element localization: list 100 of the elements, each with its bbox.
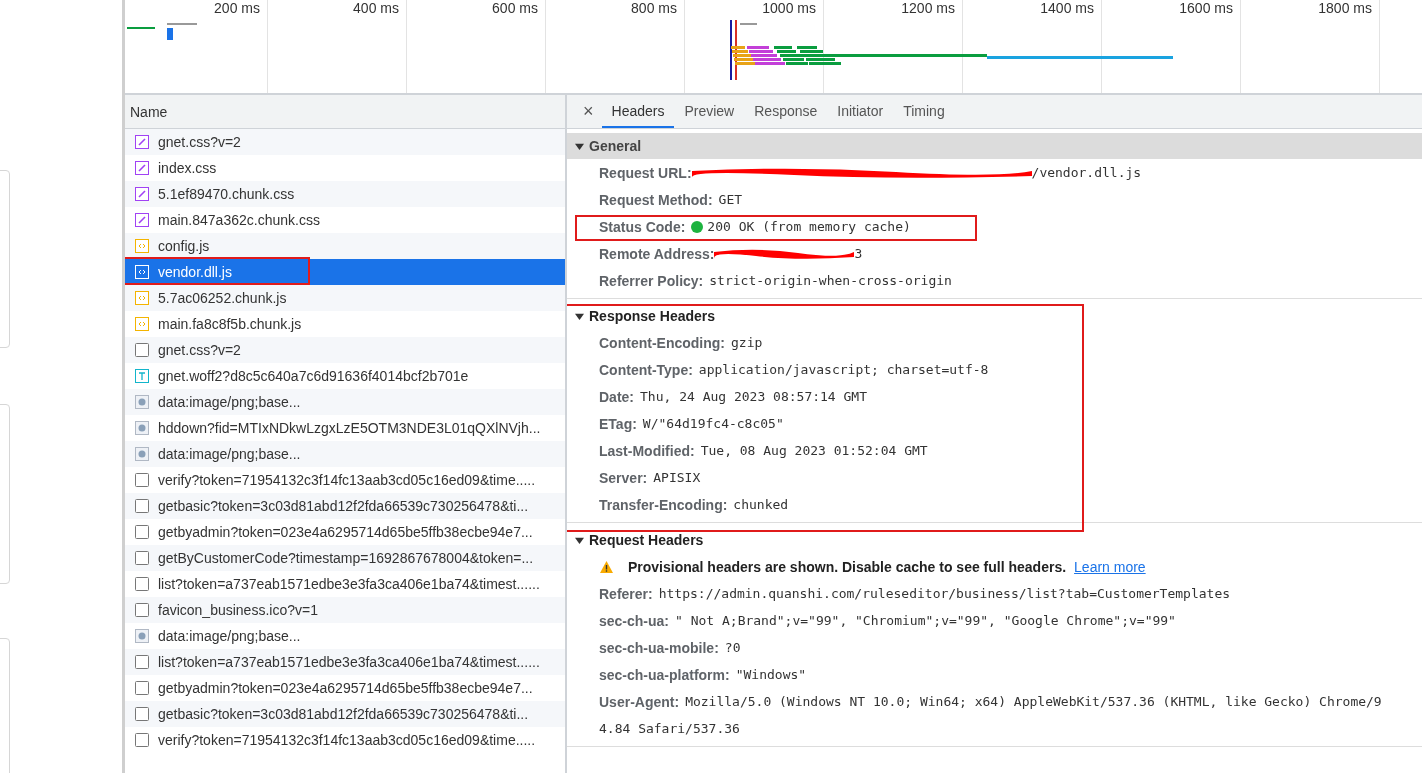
- tab[interactable]: Initiator: [827, 95, 894, 128]
- request-row[interactable]: 5.1ef89470.chunk.css: [125, 181, 565, 207]
- request-row[interactable]: getbasic?token=3c03d81abd12f2fda66539c730256478&ti...: [125, 493, 565, 519]
- request-row[interactable]: 5.7ac06252.chunk.js: [125, 285, 565, 311]
- request-row[interactable]: config.js: [125, 233, 565, 259]
- expand-triangle-icon: [575, 535, 584, 545]
- request-name: index.css: [158, 160, 217, 176]
- header-value: ?0: [724, 640, 741, 655]
- image-icon: [135, 421, 149, 435]
- status-dot-icon: [691, 220, 704, 233]
- request-name: getByCustomerCode?timestamp=1692867678004&token=...: [158, 550, 534, 566]
- request-row[interactable]: getByCustomerCode?timestamp=1692867678004&token=...: [125, 545, 565, 571]
- tick-label: 1400 ms: [1040, 0, 1094, 16]
- tab[interactable]: Preview: [674, 95, 745, 128]
- header-name: Referrer Policy:: [599, 272, 704, 289]
- header-value: Thu, 24 Aug 2023 08:57:14 GMT: [640, 389, 867, 404]
- section-header[interactable]: General: [567, 133, 1422, 159]
- header-value: Tue, 08 Aug 2023 01:52:04 GMT: [700, 443, 928, 458]
- document-icon: [135, 681, 149, 695]
- header-name: Date:: [599, 388, 634, 405]
- script-icon: [135, 291, 149, 305]
- close-button[interactable]: ×: [575, 95, 602, 128]
- document-icon: [135, 655, 149, 669]
- tick-label: 1600 ms: [1179, 0, 1233, 16]
- request-name: main.847a362c.chunk.css: [158, 212, 320, 228]
- header-name: ETag:: [599, 415, 637, 432]
- header-name: Request Method:: [599, 191, 713, 208]
- section-header[interactable]: Request Headers: [567, 527, 1422, 553]
- expand-triangle-icon: [575, 141, 584, 151]
- header-name: Status Code:: [599, 218, 686, 235]
- image-icon: [135, 395, 149, 409]
- document-icon: [135, 577, 149, 591]
- header-value: W/"64d19fc4-c8c05": [642, 416, 784, 431]
- tab[interactable]: Headers: [601, 95, 675, 128]
- header-name: Transfer-Encoding:: [599, 496, 728, 513]
- request-row[interactable]: gnet.css?v=2: [125, 129, 565, 155]
- script-icon: [135, 265, 149, 279]
- name-column-header[interactable]: Name: [125, 95, 565, 129]
- tick-label: 200 ms: [214, 0, 260, 16]
- document-icon: [135, 343, 149, 357]
- request-name: list?token=a737eab1571edbe3e3fa3ca406e1ba74&timest......: [158, 654, 540, 670]
- expand-triangle-icon: [575, 311, 584, 321]
- section-title: Response Headers: [589, 308, 716, 324]
- header-value: 3: [854, 246, 863, 261]
- header-name: Referer:: [599, 585, 653, 602]
- tick-label: 400 ms: [353, 0, 399, 16]
- request-name: getbasic?token=3c03d81abd12f2fda66539c730256478&ti...: [158, 498, 529, 514]
- request-name: vendor.dll.js: [158, 264, 232, 280]
- section-header[interactable]: Response Headers: [567, 303, 1422, 329]
- request-row[interactable]: list?token=a737eab1571edbe3e3fa3ca406e1ba74&timest......: [125, 649, 565, 675]
- tick-label: 1800 ms: [1318, 0, 1372, 16]
- request-row[interactable]: vendor.dll.js: [125, 259, 565, 285]
- learn-more-link[interactable]: Learn more: [1074, 558, 1146, 575]
- request-name: data:image/png;base...: [158, 446, 301, 462]
- document-icon: [135, 707, 149, 721]
- header-name: sec-ch-ua-platform:: [599, 666, 730, 683]
- request-name: verify?token=71954132c3f14fc13aab3cd05c16ed09&time.....: [158, 732, 536, 748]
- request-row[interactable]: gnet.css?v=2: [125, 337, 565, 363]
- document-icon: [135, 473, 149, 487]
- request-name: getbyadmin?token=023e4a6295714d65be5ffb38ecbe94e7...: [158, 524, 533, 540]
- header-value: Mozilla/5.0 (Windows NT 10.0; Win64; x64) AppleWebKit/537.36 (KHTML, like Gecko) Chrome/9: [685, 694, 1382, 709]
- request-row[interactable]: data:image/png;base...: [125, 389, 565, 415]
- warning-message: Provisional headers are shown. Disable cache to see full headers.: [628, 558, 1067, 575]
- stylesheet-icon: [135, 161, 149, 175]
- header-value: 200 OK (from memory cache): [707, 219, 911, 234]
- script-icon: [135, 239, 149, 253]
- header-value: application/javascript; charset=utf-8: [698, 362, 989, 377]
- header-value: https://admin.quanshi.com/ruleseditor/business/list?tab=CustomerTemplates: [658, 586, 1231, 601]
- header-name: User-Agent:: [599, 693, 680, 710]
- header-name: Remote Address:: [599, 245, 715, 262]
- tick-label: 1200 ms: [901, 0, 955, 16]
- header-name: Content-Encoding:: [599, 334, 725, 351]
- request-name: gnet.woff2?d8c5c640a7c6d91636f4014bcf2b701e: [158, 368, 469, 384]
- header-name: sec-ch-ua:: [599, 612, 670, 629]
- stylesheet-icon: [135, 135, 149, 149]
- request-name: gnet.css?v=2: [158, 134, 241, 150]
- document-icon: [135, 733, 149, 747]
- tick-label: 1000 ms: [762, 0, 816, 16]
- tab[interactable]: Response: [744, 95, 828, 128]
- request-row[interactable]: data:image/png;base...: [125, 441, 565, 467]
- request-row[interactable]: getbasic?token=3c03d81abd12f2fda66539c730256478&ti...: [125, 701, 565, 727]
- request-name: data:image/png;base...: [158, 394, 301, 410]
- header-value: /vendor.dll.js: [1031, 165, 1142, 180]
- request-row[interactable]: favicon_business.ico?v=1: [125, 597, 565, 623]
- stylesheet-icon: [135, 213, 149, 227]
- request-name: config.js: [158, 238, 210, 254]
- header-value: " Not A;Brand";v="99", "Chromium";v="99", "Google Chrome";v="99": [675, 613, 1176, 628]
- header-name: sec-ch-ua-mobile:: [599, 639, 719, 656]
- header-name: Request URL:: [599, 164, 692, 181]
- tab[interactable]: Timing: [893, 95, 955, 128]
- request-name: favicon_business.ico?v=1: [158, 602, 318, 618]
- request-name: 5.7ac06252.chunk.js: [158, 290, 287, 306]
- section-title: General: [589, 138, 642, 154]
- header-value: gzip: [731, 335, 763, 350]
- font-icon: [135, 369, 149, 383]
- header-value: "Windows": [735, 667, 807, 682]
- header-name: Server:: [599, 469, 648, 486]
- request-name: list?token=a737eab1571edbe3e3fa3ca406e1ba74&timest......: [158, 576, 540, 592]
- section-title: Request Headers: [589, 532, 704, 548]
- tick-label: 600 ms: [492, 0, 538, 16]
